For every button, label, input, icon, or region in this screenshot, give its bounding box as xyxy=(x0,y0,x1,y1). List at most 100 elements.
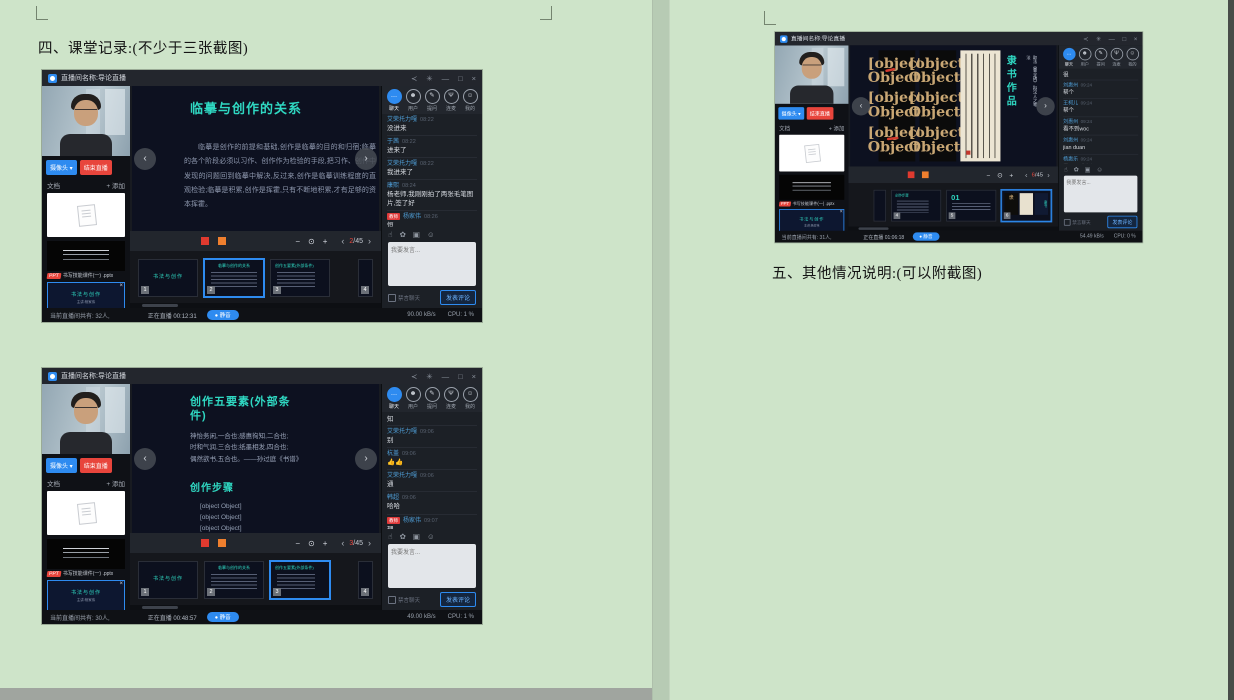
minimize-icon[interactable]: — xyxy=(442,74,450,83)
chat-tab[interactable]: Ψ 连麦 xyxy=(442,387,460,410)
chat-tab[interactable]: ☺ 我的 xyxy=(461,89,479,112)
magnifier-icon[interactable]: ⊙ xyxy=(308,539,315,548)
image-icon[interactable]: ▣ xyxy=(413,532,420,541)
close-icon[interactable]: × xyxy=(1134,35,1138,43)
emoji-icon[interactable]: ☺ xyxy=(1096,166,1102,174)
share-icon[interactable]: ≺ xyxy=(411,74,417,83)
maximize-icon[interactable]: □ xyxy=(1122,35,1126,43)
hand-icon[interactable]: ☝ xyxy=(388,230,393,239)
document-item[interactable]: 书法与创作 主讲:杨家伟 × PPT 书法与创作(1) .pptx xyxy=(779,209,844,231)
mute-chat-checkbox[interactable]: 禁言聊天 xyxy=(1064,219,1091,226)
doc-close-icon[interactable]: × xyxy=(119,581,123,587)
chat-tab[interactable]: … 聊天 xyxy=(385,89,403,112)
mute-pill-button[interactable]: ● 静音 xyxy=(207,612,239,622)
settings-gear-icon[interactable]: ✳ xyxy=(1096,35,1101,43)
slide-thumbnail[interactable]: 创作五要素(外部条件) 3 xyxy=(270,561,330,599)
filmstrip-scrollbar-thumb[interactable] xyxy=(142,606,178,609)
add-document-button[interactable]: + 添加 xyxy=(106,478,125,488)
red-color-swatch[interactable] xyxy=(201,237,209,245)
document-item[interactable]: 书法与创作 主讲:杨家伟 × PPT 书法与创作(1) .pptx xyxy=(47,580,125,610)
zoom-out-icon[interactable]: − xyxy=(295,539,300,548)
chat-tab[interactable]: ☻ 用户 xyxy=(404,89,422,112)
share-icon[interactable]: ≺ xyxy=(411,372,417,381)
document-item[interactable]: PPT 书写技能课件(一) .pptx xyxy=(47,241,125,279)
red-color-swatch[interactable] xyxy=(201,539,209,547)
next-slide-arrow[interactable]: › xyxy=(355,148,377,170)
zoom-out-icon[interactable]: − xyxy=(295,237,300,246)
camera-select-button[interactable]: 摄像头 ▾ xyxy=(46,160,77,175)
document-item[interactable]: PPT 书写技能课件(一) .pptx xyxy=(779,175,844,207)
end-live-button[interactable]: 结束直播 xyxy=(80,160,112,175)
document-thumbnail[interactable] xyxy=(779,175,844,200)
emoji-icon[interactable]: ☺ xyxy=(427,532,435,541)
send-comment-button[interactable]: 发表评论 xyxy=(440,592,476,607)
mute-pill-button[interactable]: ● 静音 xyxy=(913,232,940,240)
share-icon[interactable]: ≺ xyxy=(1083,35,1088,43)
image-icon[interactable]: ▣ xyxy=(1085,166,1091,174)
slide-thumbnail[interactable]: 临摹与创作的关系 2 xyxy=(204,259,264,297)
chat-tab[interactable]: Ψ 连麦 xyxy=(442,89,460,112)
mute-chat-checkbox[interactable]: 禁言聊天 xyxy=(388,294,420,302)
flower-icon[interactable]: ✿ xyxy=(400,230,406,239)
chat-tab[interactable]: ✎ 提问 xyxy=(423,387,441,410)
slide-thumbnail[interactable] xyxy=(874,190,887,222)
document-thumbnail[interactable] xyxy=(47,539,125,569)
orange-color-swatch[interactable] xyxy=(922,171,929,178)
chat-tab[interactable]: ☺ 我的 xyxy=(461,387,479,410)
maximize-icon[interactable]: □ xyxy=(458,372,463,381)
settings-gear-icon[interactable]: ✳ xyxy=(426,372,432,381)
document-thumbnail[interactable]: 书法与创作 主讲:杨家伟 × xyxy=(47,580,125,610)
mute-chat-checkbox[interactable]: 禁言聊天 xyxy=(388,596,420,604)
zoom-out-icon[interactable]: − xyxy=(987,171,991,179)
next-slide-arrow[interactable]: › xyxy=(1036,97,1054,115)
mute-pill-button[interactable]: ● 静音 xyxy=(207,310,239,320)
hand-icon[interactable]: ☝ xyxy=(388,532,393,541)
orange-color-swatch[interactable] xyxy=(218,539,226,547)
document-thumbnail-empty[interactable] xyxy=(47,193,125,237)
chat-tab[interactable]: ☻ 用户 xyxy=(404,387,422,410)
end-live-button[interactable]: 结束直播 xyxy=(806,107,833,120)
document-thumbnail[interactable]: 书法与创作 主讲:杨家伟 × xyxy=(779,209,844,231)
red-color-swatch[interactable] xyxy=(908,171,915,178)
prev-page-arrow[interactable]: ‹ xyxy=(341,236,344,246)
document-item[interactable]: PPT 书写技能课件(一) .pptx xyxy=(47,539,125,577)
minimize-icon[interactable]: — xyxy=(442,372,450,381)
prev-slide-arrow[interactable]: ‹ xyxy=(852,97,870,115)
slide-thumbnail[interactable]: 4 xyxy=(358,259,373,297)
prev-page-arrow[interactable]: ‹ xyxy=(341,538,344,548)
chat-tab[interactable]: ☻ 用户 xyxy=(1077,48,1092,67)
flower-icon[interactable]: ✿ xyxy=(1074,166,1079,174)
orange-color-swatch[interactable] xyxy=(218,237,226,245)
zoom-in-icon[interactable]: + xyxy=(323,539,328,548)
zoom-in-icon[interactable]: + xyxy=(323,237,328,246)
close-icon[interactable]: × xyxy=(472,74,476,83)
add-document-button[interactable]: + 添加 xyxy=(829,124,845,132)
camera-select-button[interactable]: 摄像头 ▾ xyxy=(46,458,77,473)
add-document-button[interactable]: + 添加 xyxy=(106,180,125,190)
slide-thumbnail[interactable]: 隶隶书 6 xyxy=(1001,190,1051,222)
flower-icon[interactable]: ✿ xyxy=(400,532,406,541)
slide-thumbnail[interactable]: 4 xyxy=(358,561,373,599)
chat-input[interactable] xyxy=(388,242,476,286)
end-live-button[interactable]: 结束直播 xyxy=(80,458,112,473)
next-page-arrow[interactable]: › xyxy=(1047,171,1050,179)
doc-close-icon[interactable]: × xyxy=(119,283,123,289)
filmstrip-scrollbar-thumb[interactable] xyxy=(859,227,889,230)
slide-thumbnail[interactable]: 创作五要素(外部条件) 3 xyxy=(270,259,330,297)
next-page-arrow[interactable]: › xyxy=(368,236,371,246)
chat-tab[interactable]: Ψ 连麦 xyxy=(1109,48,1124,67)
chat-tab[interactable]: ✎ 提问 xyxy=(423,89,441,112)
magnifier-icon[interactable]: ⊙ xyxy=(308,237,315,246)
document-item[interactable]: 书法与创作 主讲:杨家伟 × PPT 书法与创作(1) .pptx xyxy=(47,282,125,308)
filmstrip-scrollbar-thumb[interactable] xyxy=(142,304,178,307)
maximize-icon[interactable]: □ xyxy=(458,74,463,83)
chat-tab[interactable]: ✎ 提问 xyxy=(1093,48,1108,67)
chat-input[interactable] xyxy=(1064,176,1137,213)
doc-close-icon[interactable]: × xyxy=(840,210,843,215)
close-icon[interactable]: × xyxy=(472,372,476,381)
hand-icon[interactable]: ☝ xyxy=(1064,166,1068,174)
prev-page-arrow[interactable]: ‹ xyxy=(1025,171,1028,179)
slide-thumbnail[interactable]: 创作步骤 4 xyxy=(891,190,941,222)
next-slide-arrow[interactable]: › xyxy=(355,448,377,470)
emoji-icon[interactable]: ☺ xyxy=(427,230,435,239)
